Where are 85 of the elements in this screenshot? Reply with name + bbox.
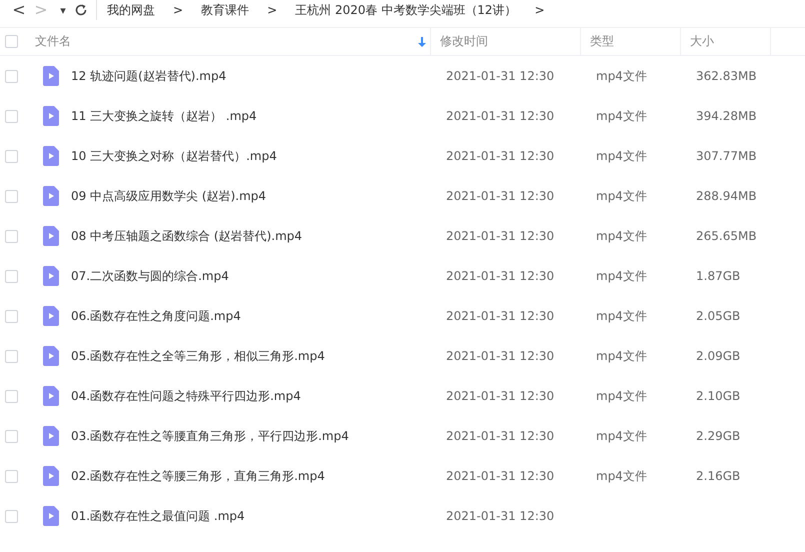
column-header[interactable]: 大小 (690, 33, 714, 50)
video-file-icon (43, 186, 59, 206)
file-name[interactable]: 09 中点高级应用数学尖 (赵岩).mp4 (71, 188, 266, 204)
history-dropdown[interactable]: ▾ (52, 4, 74, 16)
file-type: mp4文件 (596, 468, 647, 484)
breadcrumb-link[interactable]: 我的网盘 (107, 2, 155, 18)
file-type: mp4文件 (596, 268, 647, 284)
modified-time: 2021-01-31 12:30 (446, 149, 554, 163)
file-name[interactable]: 11 三大变换之旋转（赵岩） .mp4 (71, 108, 257, 124)
video-file-icon (43, 426, 59, 446)
file-size: 394.28MB (696, 109, 757, 123)
file-size: 307.77MB (696, 149, 757, 163)
file-name[interactable]: 01.函数存在性之最值问题 .mp4 (71, 508, 245, 524)
file-name[interactable]: 03.函数存在性之等腰直角三角形，平行四边形.mp4 (71, 428, 349, 444)
video-file-icon (43, 266, 59, 286)
video-file-icon (43, 466, 59, 486)
file-name[interactable]: 08 中考压轴题之函数综合 (赵岩替代).mp4 (71, 228, 302, 244)
file-name[interactable]: 02.函数存在性之等腰三角形，直角三角形.mp4 (71, 468, 325, 484)
modified-time: 2021-01-31 12:30 (446, 349, 554, 363)
modified-time: 2021-01-31 12:30 (446, 269, 554, 283)
file-name[interactable]: 10 三大变换之对称（赵岩替代）.mp4 (71, 148, 277, 164)
file-size: 2.10GB (696, 389, 740, 403)
modified-time: 2021-01-31 12:30 (446, 469, 554, 483)
file-size: 2.09GB (696, 349, 740, 363)
file-size: 362.83MB (696, 69, 757, 83)
modified-time: 2021-01-31 12:30 (446, 229, 554, 243)
modified-time: 2021-01-31 12:30 (446, 109, 554, 123)
file-type: mp4文件 (596, 308, 647, 324)
modified-time: 2021-01-31 12:30 (446, 309, 554, 323)
file-type: mp4文件 (596, 148, 647, 164)
sort-arrow-icon[interactable] (418, 36, 426, 46)
row-checkbox[interactable] (5, 230, 18, 242)
select-all-checkbox[interactable] (5, 35, 18, 48)
modified-time: 2021-01-31 12:30 (446, 429, 554, 443)
video-file-icon (43, 506, 59, 526)
video-file-icon (43, 386, 59, 406)
breadcrumb-separator: > (534, 3, 545, 17)
file-size: 2.16GB (696, 469, 740, 483)
video-file-icon (43, 226, 59, 246)
file-size: 1.87GB (696, 269, 740, 283)
row-checkbox[interactable] (5, 350, 18, 362)
breadcrumb-separator: > (267, 3, 278, 17)
modified-time: 2021-01-31 12:30 (446, 189, 554, 203)
file-type: mp4文件 (596, 428, 647, 444)
file-type: mp4文件 (596, 228, 647, 244)
file-size: 2.05GB (696, 309, 740, 323)
row-checkbox[interactable] (5, 510, 18, 522)
column-header[interactable]: 类型 (590, 33, 614, 50)
row-checkbox[interactable] (5, 470, 18, 482)
video-file-icon (43, 66, 59, 86)
file-size: 288.94MB (696, 189, 757, 203)
row-checkbox[interactable] (5, 110, 18, 122)
file-size: 265.65MB (696, 229, 757, 243)
row-checkbox[interactable] (5, 430, 18, 442)
video-file-icon (43, 146, 59, 166)
row-checkbox[interactable] (5, 190, 18, 202)
breadcrumb-link[interactable]: 王杭州 2020春 中考数学尖端班（12讲） (295, 2, 517, 18)
modified-time: 2021-01-31 12:30 (446, 389, 554, 403)
video-file-icon (43, 306, 59, 326)
video-file-icon (43, 106, 59, 126)
file-name[interactable]: 07.二次函数与圆的综合.mp4 (71, 268, 229, 284)
file-type: mp4文件 (596, 108, 647, 124)
column-header[interactable]: 文件名 (35, 33, 71, 50)
breadcrumb-separator: > (173, 3, 184, 17)
row-checkbox[interactable] (5, 310, 18, 322)
back-button[interactable]: < (8, 2, 30, 18)
video-file-icon (43, 346, 59, 366)
refresh-icon[interactable] (74, 3, 88, 17)
modified-time: 2021-01-31 12:30 (446, 69, 554, 83)
row-checkbox[interactable] (5, 270, 18, 282)
row-checkbox[interactable] (5, 70, 18, 82)
file-name[interactable]: 06.函数存在性之角度问题.mp4 (71, 308, 241, 324)
file-name[interactable]: 05.函数存在性之全等三角形，相似三角形.mp4 (71, 348, 325, 364)
row-checkbox[interactable] (5, 390, 18, 402)
file-type: mp4文件 (596, 388, 647, 404)
breadcrumb-link[interactable]: 教育课件 (201, 2, 250, 18)
modified-time: 2021-01-31 12:30 (446, 509, 554, 523)
column-header[interactable]: 修改时间 (440, 33, 488, 50)
file-type: mp4文件 (596, 68, 647, 84)
file-name[interactable]: 04.函数存在性问题之特殊平行四边形.mp4 (71, 388, 301, 404)
file-name[interactable]: 12 轨迹问题(赵岩替代).mp4 (71, 68, 226, 84)
file-type: mp4文件 (596, 188, 647, 204)
file-type: mp4文件 (596, 348, 647, 364)
file-size: 2.29GB (696, 429, 740, 443)
row-checkbox[interactable] (5, 150, 18, 162)
